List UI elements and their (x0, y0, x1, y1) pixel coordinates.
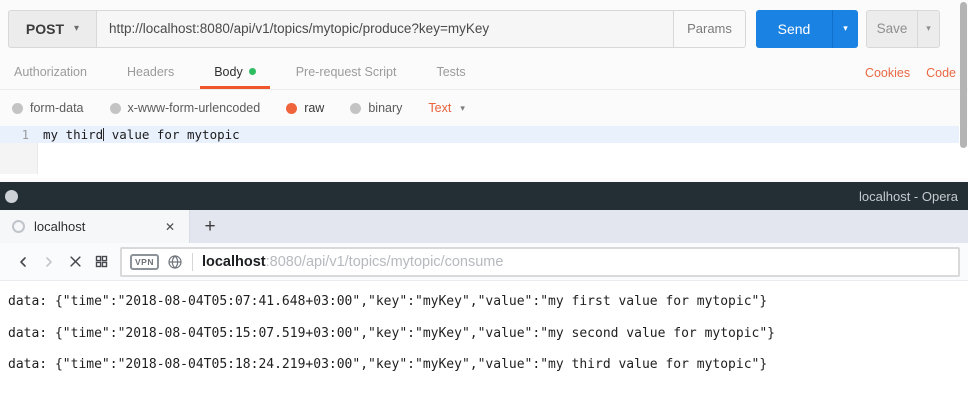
tab-label: Pre-request Script (296, 65, 397, 79)
params-button[interactable]: Params (674, 10, 746, 48)
globe-icon[interactable] (167, 254, 183, 270)
page-content: data: {"time":"2018-08-04T05:07:41.648+0… (0, 281, 968, 403)
window-control-icon[interactable] (5, 190, 18, 203)
send-options-button[interactable]: ▾ (832, 10, 858, 48)
radio-icon (286, 103, 297, 114)
address-bar[interactable]: VPN localhost:8080/api/v1/topics/mytopic… (120, 247, 960, 277)
editor-text-before-cursor: my third (38, 127, 103, 142)
back-button[interactable] (10, 248, 36, 276)
tab-label: Authorization (14, 65, 87, 79)
radio-label: form-data (30, 101, 84, 115)
opera-toolbar: VPN localhost:8080/api/v1/topics/mytopic… (0, 243, 968, 281)
radio-icon (350, 103, 361, 114)
opera-titlebar: localhost - Opera (0, 182, 968, 210)
format-label: Text (428, 101, 451, 115)
radio-raw[interactable]: raw (286, 101, 324, 115)
tab-pre-request-script[interactable]: Pre-request Script (282, 57, 411, 89)
tab-label: Headers (127, 65, 174, 79)
chevron-down-icon: ▾ (926, 23, 931, 34)
chevron-down-icon: ▾ (460, 103, 465, 114)
browser-tab-localhost[interactable]: localhost ✕ (0, 210, 190, 243)
new-tab-button[interactable]: + (190, 210, 230, 243)
body-has-content-dot (249, 68, 256, 75)
chevron-down-icon: ▾ (843, 23, 848, 34)
send-button[interactable]: Send (756, 10, 832, 48)
sse-data-line: data: {"time":"2018-08-04T05:07:41.648+0… (0, 286, 968, 318)
grid-icon (94, 254, 109, 269)
close-icon[interactable]: ✕ (161, 218, 179, 236)
window-title: localhost - Opera (859, 189, 968, 204)
request-tabs: Authorization Headers Body Pre-request S… (0, 57, 968, 90)
vpn-badge[interactable]: VPN (130, 254, 159, 270)
method-dropdown[interactable]: POST ▾ (8, 10, 96, 48)
postman-window: POST ▾ http://localhost:8080/api/v1/topi… (0, 0, 968, 182)
radio-icon (110, 103, 121, 114)
radio-form-data[interactable]: form-data (12, 101, 84, 115)
radio-icon (12, 103, 23, 114)
screen: POST ▾ http://localhost:8080/api/v1/topi… (0, 0, 968, 403)
format-dropdown[interactable]: Text ▾ (428, 101, 464, 115)
url-path: :8080/api/v1/topics/mytopic/consume (266, 254, 504, 270)
favicon-loading-icon (12, 220, 25, 233)
code-link[interactable]: Code (926, 66, 956, 80)
tab-title: localhost (34, 219, 161, 234)
x-icon (68, 254, 83, 269)
chevron-down-icon: ▾ (74, 23, 79, 34)
sse-data-line: data: {"time":"2018-08-04T05:15:07.519+0… (0, 318, 968, 350)
cookies-link[interactable]: Cookies (865, 66, 910, 80)
body-editor[interactable]: 1 my third value for mytopic (0, 126, 968, 178)
radio-label: x-www-form-urlencoded (128, 101, 261, 115)
sse-data-line: data: {"time":"2018-08-04T05:18:24.219+0… (0, 349, 968, 381)
save-button-group: Save ▾ (866, 10, 940, 48)
scrollbar-thumb[interactable] (960, 2, 967, 148)
request-links: Cookies Code (865, 57, 956, 89)
body-mode-row: form-data x-www-form-urlencoded raw bina… (0, 90, 968, 126)
line-number: 1 (0, 128, 38, 142)
divider (192, 253, 193, 271)
editor-text-after-cursor: value for mytopic (104, 127, 239, 142)
request-url-input[interactable]: http://localhost:8080/api/v1/topics/myto… (96, 10, 674, 48)
chevron-left-icon (15, 254, 31, 270)
tab-headers[interactable]: Headers (113, 57, 188, 89)
tab-label: Tests (436, 65, 465, 79)
method-label: POST (26, 21, 64, 37)
send-button-group: Send ▾ (756, 10, 858, 48)
editor-active-line[interactable]: 1 my third value for mytopic (0, 126, 959, 143)
chevron-right-icon (41, 254, 57, 270)
tab-authorization[interactable]: Authorization (0, 57, 101, 89)
tab-tests[interactable]: Tests (422, 57, 479, 89)
tab-label: Body (214, 65, 243, 79)
save-options-button[interactable]: ▾ (917, 11, 939, 47)
forward-button[interactable] (36, 248, 62, 276)
radio-binary[interactable]: binary (350, 101, 402, 115)
radio-x-www-form-urlencoded[interactable]: x-www-form-urlencoded (110, 101, 261, 115)
radio-label: binary (368, 101, 402, 115)
request-url-bar: POST ▾ http://localhost:8080/api/v1/topi… (0, 0, 968, 57)
stop-reload-button[interactable] (62, 248, 88, 276)
url-text[interactable]: localhost:8080/api/v1/topics/mytopic/con… (202, 254, 503, 270)
url-host: localhost (202, 254, 266, 270)
opera-tabstrip: localhost ✕ + (0, 210, 968, 243)
speed-dial-button[interactable] (88, 248, 114, 276)
tab-body[interactable]: Body (200, 57, 270, 89)
save-button[interactable]: Save (867, 11, 917, 47)
radio-label: raw (304, 101, 324, 115)
